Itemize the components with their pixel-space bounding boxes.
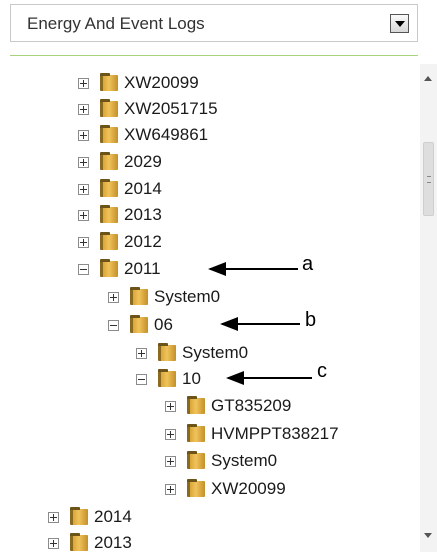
plus-box-icon[interactable] [78,209,89,221]
vertical-scrollbar[interactable] [420,64,437,552]
tree-node[interactable]: System0 [136,342,248,364]
folder-icon [187,396,205,414]
folder-icon [187,451,205,469]
tree-node-label: 2013 [94,533,132,552]
tree-node[interactable]: 2012 [78,231,162,253]
folder-icon [100,232,118,250]
plus-box-icon[interactable] [78,77,89,89]
tree-node[interactable]: System0 [108,286,220,308]
tree-node-label: XW649861 [124,125,209,144]
tree-node-label: HVMPPT838217 [211,424,339,443]
folder-icon [100,99,118,117]
tree-node[interactable]: 2029 [78,151,162,173]
tree-node-label: 2011 [124,259,161,278]
plus-box-icon[interactable] [78,129,89,141]
tree-node-label: System0 [211,451,278,470]
tree-node-label: XW20099 [124,73,199,92]
plus-box-icon[interactable] [165,483,176,495]
tree-node[interactable]: XW2051715 [78,98,218,120]
plus-box-icon[interactable] [48,511,59,523]
tree-node-label: 2012 [124,232,162,251]
folder-icon [100,152,118,170]
annotation-arrow-c [226,371,312,385]
tree-node-label: 2014 [94,507,132,526]
tree-node-label: 10 [182,369,201,388]
plus-box-icon[interactable] [165,428,176,440]
tree-node[interactable]: GT835209 [165,395,291,417]
tree-node-label: 06 [154,315,173,334]
plus-box-icon[interactable] [165,455,176,467]
folder-icon [100,125,118,143]
plus-box-icon[interactable] [78,236,89,248]
dropdown-selected-value: Energy And Event Logs [27,14,205,33]
folder-icon [187,479,205,497]
plus-box-icon[interactable] [78,103,89,115]
folder-icon [100,179,118,197]
tree-node[interactable]: XW20099 [78,72,199,94]
tree-node-label: 2013 [124,205,162,224]
tree-node[interactable]: System0 [165,450,277,472]
annotation-letter: b [305,309,317,331]
folder-icon [100,73,118,91]
scroll-thumb[interactable] [423,142,434,216]
plus-box-icon[interactable] [136,347,147,359]
tree-node[interactable]: 2011 [78,258,161,280]
chevron-down-icon[interactable] [390,14,409,33]
folder-icon [130,315,148,333]
plus-box-icon[interactable] [108,291,119,303]
tree-node[interactable]: 2013 [78,204,162,226]
tree-node-label: System0 [154,287,221,306]
minus-box-icon[interactable] [108,319,119,331]
folder-icon [100,205,118,223]
minus-box-icon[interactable] [136,373,147,385]
tree-node[interactable]: 2014 [78,178,162,200]
folder-icon [70,507,88,525]
folder-icon [187,424,205,442]
folder-icon [130,287,148,305]
tree-node-label: XW20099 [211,479,286,498]
annotation-letter: a [302,253,314,275]
tree-node[interactable]: XW649861 [78,124,208,146]
plus-box-icon[interactable] [165,400,176,412]
annotation-arrow-b [220,317,300,331]
minus-box-icon[interactable] [78,263,89,275]
tree-node[interactable]: 2014 [48,506,132,528]
tree-node[interactable]: 10 [136,368,201,390]
tree-node-label: 2029 [124,152,162,171]
tree-node[interactable]: HVMPPT838217 [165,423,339,445]
tree-node[interactable]: XW20099 [165,478,286,500]
log-type-dropdown[interactable]: Energy And Event Logs [10,4,418,42]
folder-icon [70,533,88,551]
tree-node-label: System0 [182,343,249,362]
scroll-up-icon[interactable] [424,76,432,81]
file-tree: XW20099 XW2051715 XW649861 2029 2014 2013 2012… [0,56,420,552]
tree-node[interactable]: 06 [108,314,173,336]
tree-node-label: 2014 [124,179,162,198]
folder-icon [100,259,118,277]
annotation-letter: c [317,360,327,382]
tree-node[interactable]: 2013 [48,532,132,552]
folder-icon [158,369,176,387]
tree-node-label: XW2051715 [124,99,218,118]
scroll-down-icon[interactable] [424,533,432,538]
folder-icon [158,343,176,361]
annotation-arrow-a [208,262,298,276]
tree-node-label: GT835209 [211,396,292,415]
plus-box-icon[interactable] [48,537,59,549]
plus-box-icon[interactable] [78,183,89,195]
plus-box-icon[interactable] [78,156,89,168]
